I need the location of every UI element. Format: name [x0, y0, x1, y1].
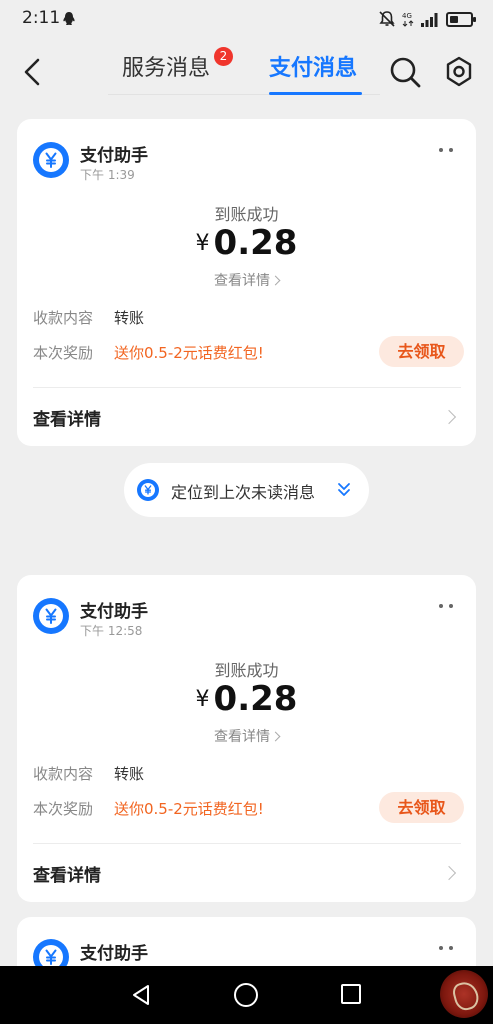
content-value: 转账 [114, 765, 145, 783]
nav-recent-icon[interactable] [341, 984, 361, 1004]
sender-name: 支付助手 [80, 146, 148, 166]
content-label: 收款内容 [33, 309, 94, 327]
more-icon[interactable] [438, 147, 454, 153]
tab-service-messages[interactable]: 服务消息 [122, 54, 210, 84]
signal-icon [421, 13, 438, 27]
back-icon[interactable] [20, 56, 48, 88]
search-icon[interactable] [388, 55, 422, 89]
tab-pay-messages[interactable]: 支付消息 [269, 54, 357, 84]
mute-icon [379, 11, 395, 27]
currency-symbol: ¥ [195, 687, 210, 712]
system-nav-bar [0, 966, 493, 1024]
battery-icon [446, 11, 476, 27]
view-detail-link[interactable]: 查看详情 [17, 270, 476, 290]
nav-home-icon[interactable] [234, 983, 258, 1007]
nav-back-icon[interactable] [130, 983, 152, 1007]
gear-icon[interactable] [443, 55, 475, 89]
footer-detail-link[interactable]: 查看详情 [33, 861, 101, 886]
header: 服务消息 2 支付消息 [0, 40, 493, 102]
amount: ¥0.28 [17, 223, 476, 263]
footer-detail-link[interactable]: 查看详情 [33, 405, 101, 430]
divider [33, 387, 461, 388]
view-detail-label: 查看详情 [214, 273, 270, 289]
yuan-logo-icon [137, 479, 159, 501]
view-detail-label: 查看详情 [214, 729, 270, 745]
sender-name: 支付助手 [80, 944, 148, 964]
payment-card: 支付助手 下午 12:58 到账成功 ¥0.28 查看详情 收款内容 转账 本次… [17, 575, 476, 902]
view-detail-link[interactable]: 查看详情 [17, 726, 476, 746]
reward-label: 本次奖励 [33, 800, 94, 818]
card-title: 到账成功 [214, 205, 279, 224]
message-time: 下午 12:58 [80, 624, 143, 638]
reward-label: 本次奖励 [33, 344, 94, 362]
chevron-right-icon[interactable] [441, 865, 457, 881]
more-icon[interactable] [438, 603, 454, 609]
amount: ¥0.28 [17, 679, 476, 719]
net-icon: 4G [402, 12, 414, 27]
amount-value: 0.28 [213, 223, 298, 263]
card-title: 到账成功 [214, 661, 279, 680]
claim-button[interactable]: 去领取 [379, 792, 464, 823]
message-time: 下午 1:39 [80, 168, 135, 182]
chevron-right-icon [270, 275, 281, 286]
currency-symbol: ¥ [195, 231, 210, 256]
amount-value: 0.28 [213, 679, 298, 719]
content-value: 转账 [114, 309, 145, 327]
jump-label: 定位到上次未读消息 [171, 483, 316, 502]
content-label: 收款内容 [33, 765, 94, 783]
chevron-down-double-icon [338, 483, 350, 496]
watermark-logo [440, 970, 488, 1018]
reward-value: 送你0.5-2元话费红包! [114, 344, 264, 362]
active-tab-indicator [269, 92, 362, 95]
qq-icon [63, 12, 75, 26]
jump-to-unread-button[interactable]: 定位到上次未读消息 [124, 463, 369, 517]
chevron-right-icon [270, 731, 281, 742]
yuan-logo-icon [33, 598, 69, 634]
payment-card: 支付助手 下午 1:39 到账成功 ¥0.28 查看详情 收款内容 转账 本次奖… [17, 119, 476, 446]
claim-button[interactable]: 去领取 [379, 336, 464, 367]
divider [33, 843, 461, 844]
reward-value: 送你0.5-2元话费红包! [114, 800, 264, 818]
sender-name: 支付助手 [80, 602, 148, 622]
chevron-right-icon[interactable] [441, 409, 457, 425]
status-bar: 2:11 4G [0, 0, 493, 38]
net-label: 4G [402, 12, 412, 20]
status-time: 2:11 [22, 8, 61, 28]
unread-badge: 2 [214, 47, 233, 66]
yuan-logo-icon [33, 142, 69, 178]
more-icon[interactable] [438, 945, 454, 951]
